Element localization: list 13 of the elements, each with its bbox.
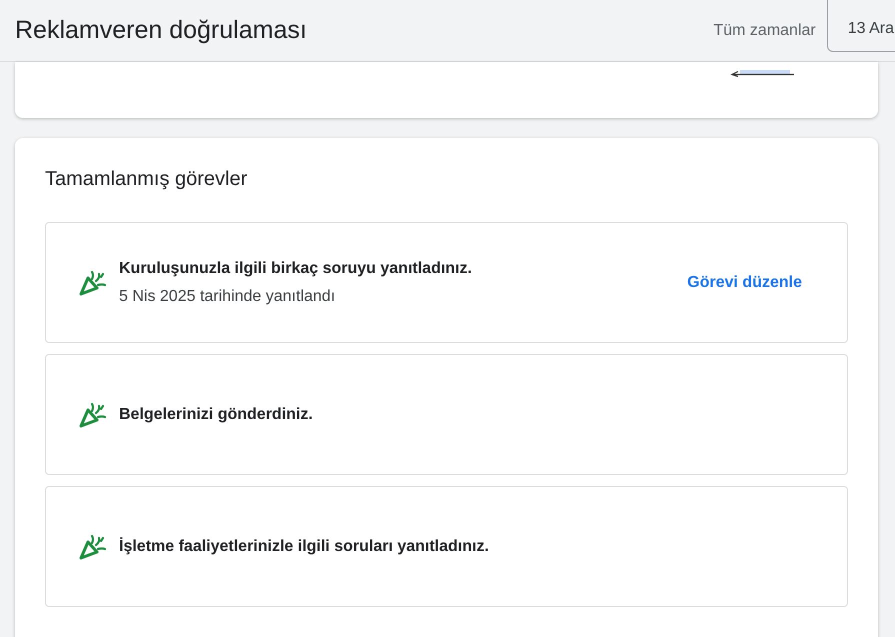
party-popper-icon xyxy=(79,270,107,296)
party-popper-icon xyxy=(79,534,107,560)
party-popper-icon xyxy=(79,402,107,428)
date-range-label: Tüm zamanlar xyxy=(713,22,816,40)
page-title: Reklamveren doğrulaması xyxy=(15,16,307,45)
arrow-icon xyxy=(730,70,796,78)
date-button[interactable]: 13 Ara xyxy=(826,0,895,52)
task-title: Kuruluşunuzla ilgili birkaç soruyu yanıtladınız. xyxy=(119,260,473,278)
task-title: İşletme faaliyetlerinizle ilgili soruları yanıtladınız. xyxy=(119,538,490,556)
section-heading: Tamamlanmış görevler xyxy=(45,168,248,191)
edit-task-link[interactable]: Görevi düzenle xyxy=(687,274,802,292)
task-date: 5 Nis 2025 tarihinde yanıtlandı xyxy=(119,288,336,306)
task-title: Belgelerinizi gönderdiniz. xyxy=(119,406,314,424)
